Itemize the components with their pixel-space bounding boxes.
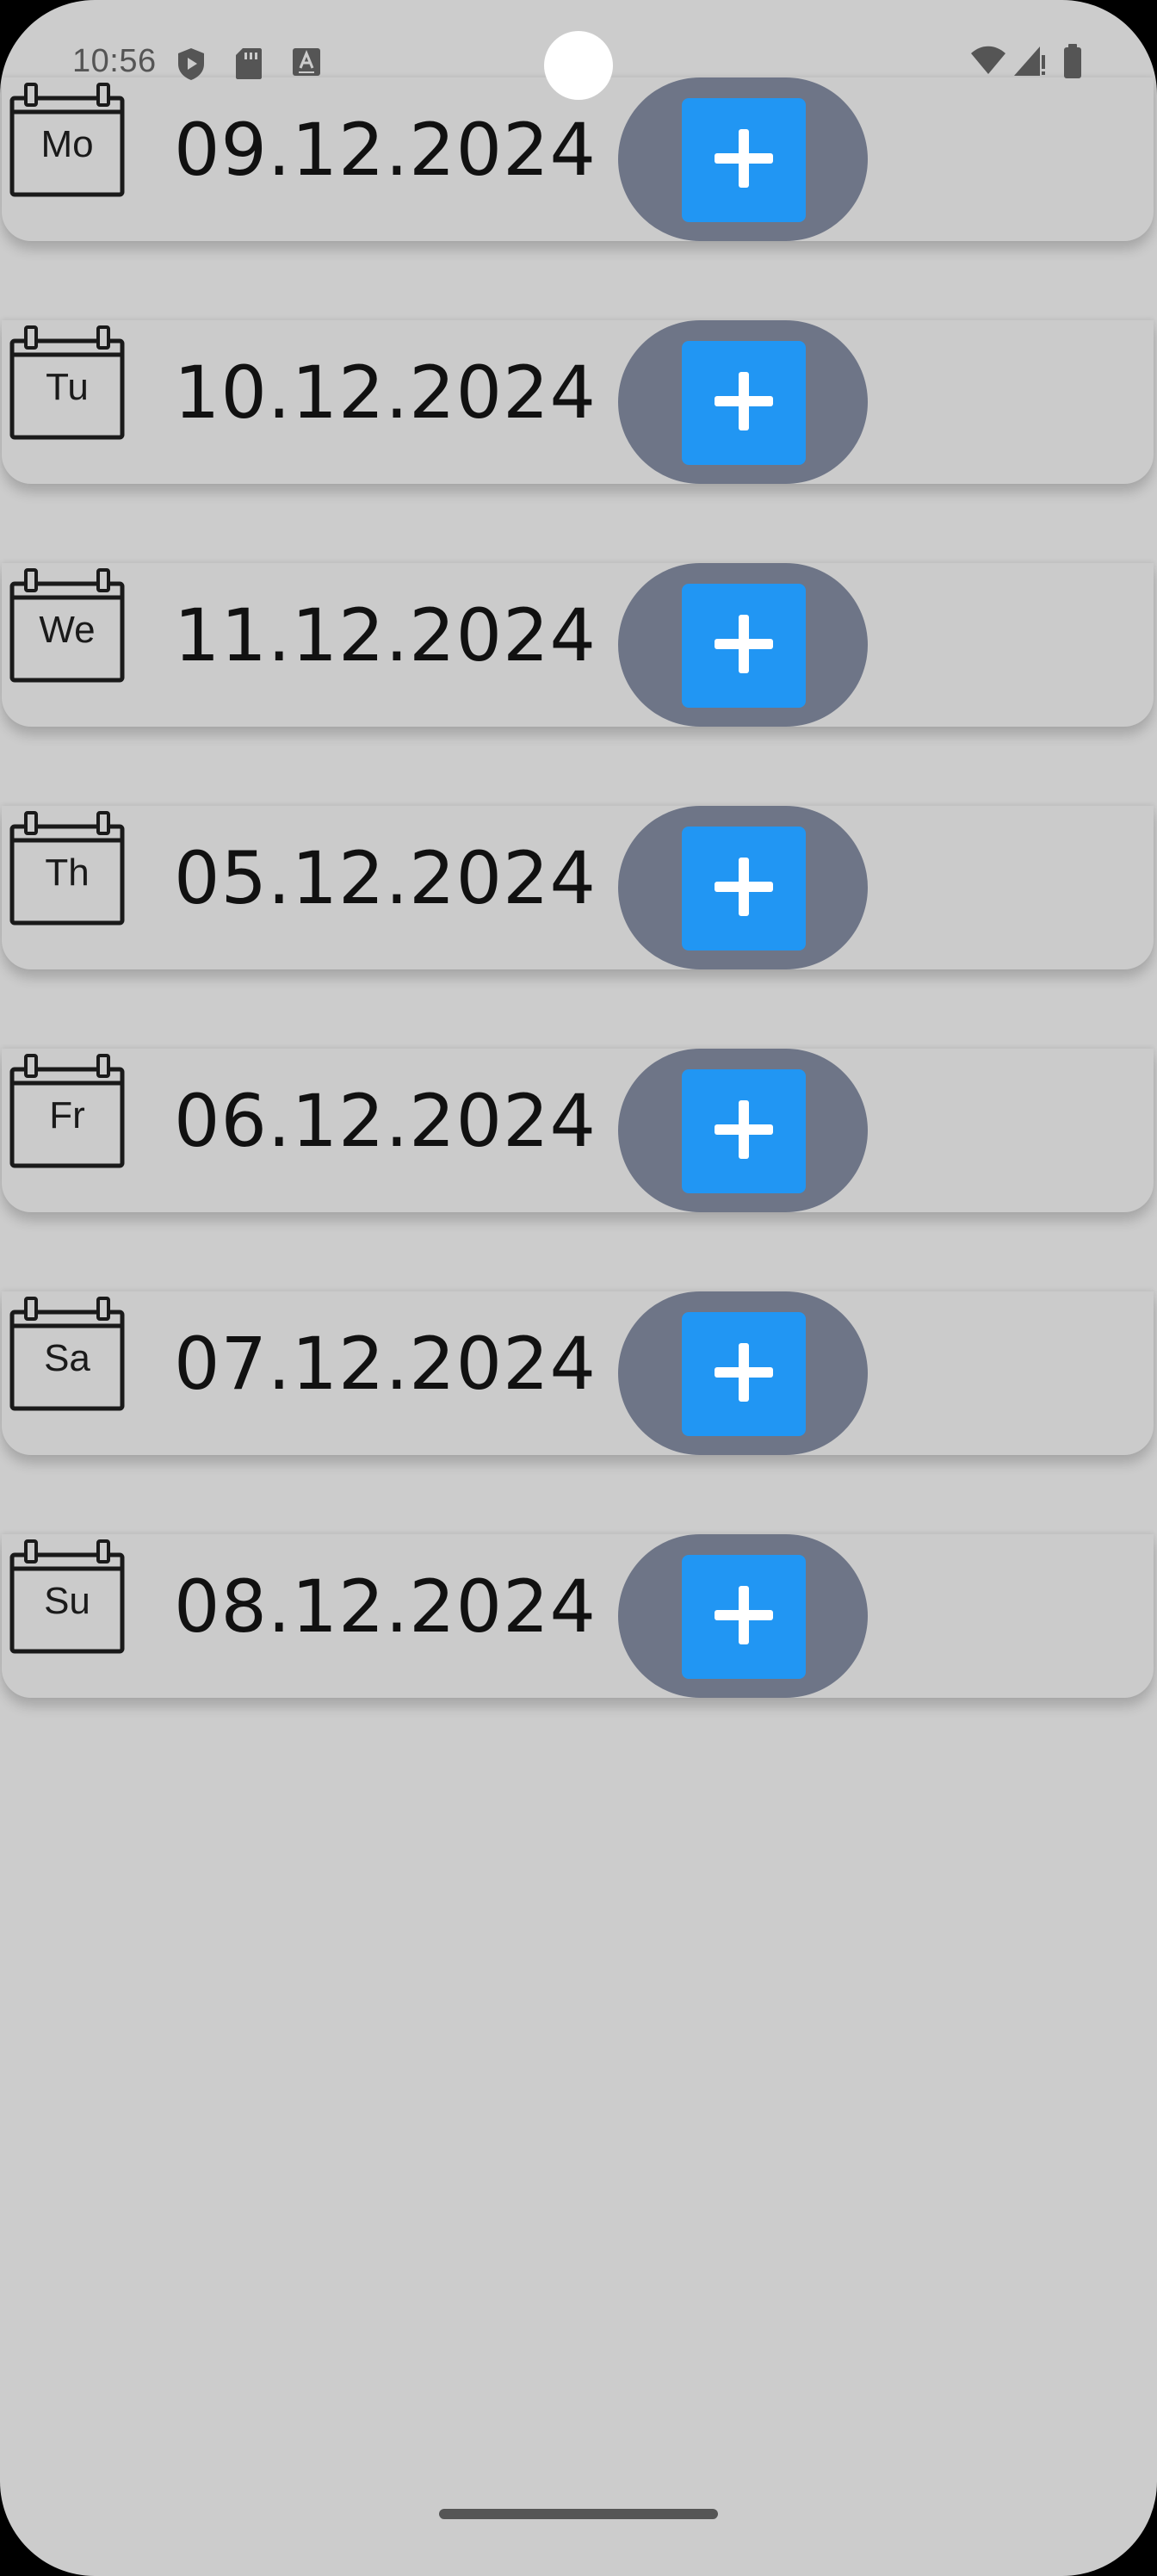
plus-icon xyxy=(709,1338,778,1410)
add-entry-pill[interactable] xyxy=(618,1291,868,1455)
date-text: 10.12.2024 xyxy=(174,350,597,435)
add-entry-pill[interactable] xyxy=(618,1049,868,1212)
app-screen: Mo 09.12.2024 Tu 10.12.2024 We 11.12.202… xyxy=(0,0,1157,2576)
plus-icon xyxy=(709,124,778,196)
day-row-wednesday: We 11.12.2024 xyxy=(2,563,1154,727)
shield-play-icon xyxy=(176,46,207,84)
add-button[interactable] xyxy=(682,1555,806,1679)
wifi-icon xyxy=(969,45,1007,79)
date-text: 05.12.2024 xyxy=(174,836,597,920)
add-button[interactable] xyxy=(682,341,806,465)
date-text: 07.12.2024 xyxy=(174,1322,597,1406)
date-text: 11.12.2024 xyxy=(174,593,597,678)
add-button[interactable] xyxy=(682,1312,806,1436)
weekday-label: Th xyxy=(45,851,90,894)
weekday-label: Mo xyxy=(40,123,94,165)
cellular-signal-icon xyxy=(1012,45,1047,81)
day-row-saturday: Sa 07.12.2024 xyxy=(2,1291,1154,1455)
day-row-sunday: Su 08.12.2024 xyxy=(2,1534,1154,1698)
plus-icon xyxy=(709,852,778,925)
camera-cutout xyxy=(544,31,613,100)
home-indicator[interactable] xyxy=(439,2509,718,2519)
day-row-thursday: Th 05.12.2024 xyxy=(2,806,1154,969)
status-clock: 10:56 xyxy=(72,43,157,79)
add-button[interactable] xyxy=(682,584,806,708)
plus-icon xyxy=(709,1095,778,1167)
add-button[interactable] xyxy=(682,827,806,951)
plus-icon xyxy=(709,610,778,682)
day-row-tuesday: Tu 10.12.2024 xyxy=(2,320,1154,484)
weekday-label: Tu xyxy=(46,366,89,408)
battery-icon xyxy=(1062,43,1083,83)
plus-icon xyxy=(709,1581,778,1653)
date-text: 08.12.2024 xyxy=(174,1564,597,1649)
add-entry-pill[interactable] xyxy=(618,320,868,484)
weekday-label: Fr xyxy=(49,1094,85,1136)
weekday-label: We xyxy=(39,609,96,651)
add-entry-pill[interactable] xyxy=(618,563,868,727)
plus-icon xyxy=(709,367,778,439)
add-entry-pill[interactable] xyxy=(618,806,868,969)
day-row-friday: Fr 06.12.2024 xyxy=(2,1049,1154,1212)
add-button[interactable] xyxy=(682,1069,806,1193)
add-entry-pill[interactable] xyxy=(618,1534,868,1698)
date-text: 06.12.2024 xyxy=(174,1079,597,1163)
sd-card-icon xyxy=(234,46,263,84)
keyboard-a-icon xyxy=(291,46,322,81)
weekday-label: Su xyxy=(44,1580,90,1622)
weekday-label: Sa xyxy=(44,1337,90,1379)
